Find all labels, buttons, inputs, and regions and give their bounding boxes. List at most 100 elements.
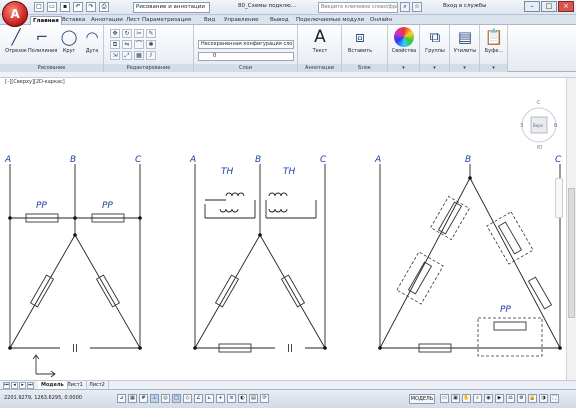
star-icon[interactable]: ☆ [412, 2, 422, 12]
pan-icon[interactable]: ✋ [462, 394, 471, 403]
isolate-objects-icon[interactable]: ◑ [539, 394, 548, 403]
layer-dropdown[interactable]: 0 [198, 52, 294, 61]
prev-layout-icon[interactable]: ◂ [11, 382, 18, 389]
vertical-scrollbar[interactable] [566, 78, 576, 380]
workspace-switch-icon[interactable]: ⚙ [517, 394, 526, 403]
save-icon[interactable]: ▪ [60, 2, 70, 12]
otrack-icon[interactable]: ∠ [194, 394, 203, 403]
stretch-icon[interactable]: ⇲ [110, 51, 120, 60]
clean-screen-icon[interactable]: ⛶ [550, 394, 559, 403]
tab-home[interactable]: Главная [30, 16, 62, 25]
open-icon[interactable]: ▭ [47, 2, 57, 12]
polar-icon[interactable]: ◎ [161, 394, 170, 403]
print-icon[interactable]: ⎙ [99, 2, 109, 12]
selection-cycling-icon[interactable]: ⟳ [260, 394, 269, 403]
model-space-toggle[interactable]: МОДЕЛЬ [409, 394, 435, 404]
move-icon[interactable]: ✥ [110, 29, 120, 38]
tab-manage[interactable]: Управление [222, 16, 261, 25]
first-layout-icon[interactable]: ⏮ [3, 382, 10, 389]
properties-panel-label[interactable]: ▾ [388, 64, 419, 72]
tab-online[interactable]: Онлайн [368, 16, 394, 25]
ortho-icon[interactable]: ⊥ [150, 394, 159, 403]
transparency-icon[interactable]: ◐ [238, 394, 247, 403]
annotation-panel-label[interactable]: Аннотации [298, 64, 341, 72]
help-search-input[interactable]: Введите ключевое слово/фразу [318, 2, 398, 13]
3d-osnap-icon[interactable]: ◇ [183, 394, 192, 403]
explode-icon[interactable]: ✱ [146, 40, 156, 49]
tab-addins[interactable]: Подключаемые модули [294, 16, 366, 25]
workspace-dropdown[interactable]: Рисование и аннотации [133, 2, 210, 13]
redo-icon[interactable]: ↷ [86, 2, 96, 12]
sign-in-link[interactable]: Вход в службы [443, 3, 486, 9]
clipboard-panel-label[interactable]: ▾ [480, 64, 507, 72]
lineweight-icon[interactable]: ≡ [227, 394, 236, 403]
groups-panel-label[interactable]: ▾ [420, 64, 449, 72]
minimize-button[interactable]: – [524, 1, 540, 12]
new-icon[interactable]: □ [34, 2, 44, 12]
array-icon[interactable]: ▦ [134, 51, 144, 60]
tab-view[interactable]: Вид [202, 16, 217, 25]
close-button[interactable]: × [558, 1, 574, 12]
insert-block-tool[interactable]: ⧈ Вставить [346, 27, 374, 54]
last-layout-icon[interactable]: ⏭ [27, 382, 34, 389]
groups-tool[interactable]: ⧉ Группы [421, 27, 449, 54]
viewcube-face[interactable]: Верх [533, 123, 544, 128]
quick-view-drawings-icon[interactable]: ▣ [451, 394, 460, 403]
fillet-icon[interactable]: ⌒ [134, 40, 144, 49]
modify-panel-label[interactable]: Редактирование [104, 64, 193, 72]
draw-panel-label[interactable]: Рисование [0, 64, 103, 72]
grid-icon[interactable]: # [139, 394, 148, 403]
layers-panel-label[interactable]: Слои [194, 64, 297, 72]
tab-annotate[interactable]: Аннотации [89, 16, 125, 25]
rotate-icon[interactable]: ↻ [122, 29, 132, 38]
copy-icon[interactable]: ⧉ [110, 40, 120, 49]
viewport-controls-label[interactable]: [–][Сверху][2D-каркас] [5, 79, 65, 85]
dyn-icon[interactable]: + [216, 394, 225, 403]
zoom-icon[interactable]: ⌕ [473, 394, 482, 403]
polyline-tool[interactable]: ⌐ Полилиния [28, 27, 57, 54]
infer-constraints-icon[interactable]: ⊿ [117, 394, 126, 403]
scale-icon[interactable]: ⤢ [122, 51, 132, 60]
lock-icon[interactable]: 🔒 [528, 394, 537, 403]
insert-block-label: Вставить [347, 48, 373, 54]
navigation-bar[interactable] [555, 178, 563, 218]
utilities-tool[interactable]: ▤ Утилиты [451, 27, 479, 54]
maximize-button[interactable]: □ [541, 1, 557, 12]
tab-output[interactable]: Вывод [268, 16, 291, 25]
offset-icon[interactable]: ⫽ [146, 51, 156, 60]
showmotion-icon[interactable]: ▶ [495, 394, 504, 403]
steeringwheel-icon[interactable]: ◉ [484, 394, 493, 403]
annotation-scale-icon[interactable]: ⚖ [506, 394, 515, 403]
ducs-icon[interactable]: ⊾ [205, 394, 214, 403]
trim-icon[interactable]: ✂ [134, 29, 144, 38]
arc-tool[interactable]: ◠ Дуга [78, 27, 106, 54]
block-panel-label[interactable]: Блок [342, 64, 387, 72]
clipboard-tool[interactable]: 📋 Буфе... [480, 27, 508, 54]
quick-properties-icon[interactable]: ▤ [249, 394, 258, 403]
binoculars-icon[interactable]: ⌕ [400, 2, 410, 12]
application-menu-button[interactable]: A [2, 1, 28, 27]
erase-icon[interactable]: ✎ [146, 29, 156, 38]
next-layout-icon[interactable]: ▸ [19, 382, 26, 389]
quick-view-layouts-icon[interactable]: ▭ [440, 394, 449, 403]
viewcube-south[interactable]: Ю [537, 145, 543, 151]
viewcube-west[interactable]: З [520, 123, 523, 129]
viewcube-north[interactable]: С [537, 100, 541, 106]
quick-access-toolbar: □ ▭ ▪ ↶ ↷ ⎙ [34, 2, 109, 12]
osnap-icon[interactable]: □ [172, 394, 181, 403]
viewcube[interactable]: С Верх З В Ю [519, 98, 559, 158]
viewcube-east[interactable]: В [554, 123, 558, 129]
layer-state-dropdown[interactable]: Несохраненная конфигурация сло [198, 40, 294, 49]
drawing-area[interactable]: A B C A B C A B C РР РР ТН ТН РР [0, 78, 576, 380]
utilities-panel-label[interactable]: ▾ [450, 64, 479, 72]
mirror-icon[interactable]: ⇋ [122, 40, 132, 49]
tab-parametric[interactable]: Параметризация [140, 16, 193, 25]
properties-tool[interactable]: Свойства [390, 27, 418, 54]
tab-insert[interactable]: Вставка [60, 16, 87, 25]
vertical-scroll-thumb[interactable] [568, 188, 575, 318]
snap-icon[interactable]: ▦ [128, 394, 137, 403]
cursor-coordinates[interactable]: 2201.9279, 1263.6295, 0.0000 [4, 395, 82, 401]
text-tool[interactable]: A Текст [306, 27, 334, 54]
undo-icon[interactable]: ↶ [73, 2, 83, 12]
line-tool[interactable]: ╱ Отрезок [2, 27, 30, 54]
